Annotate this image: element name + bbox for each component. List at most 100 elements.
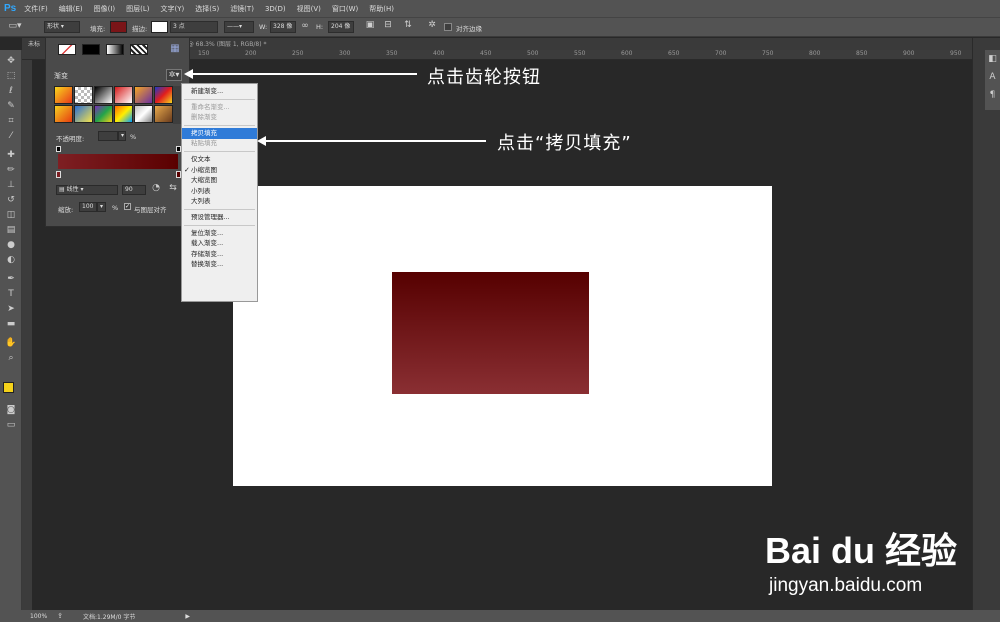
stroke-type-select[interactable]: ——▾ [224,21,254,33]
context-menu-item[interactable]: 复位渐变... [182,228,257,239]
gradient-swatch[interactable] [54,86,73,104]
gradient-swatch[interactable] [74,86,93,104]
color-stop-left[interactable] [56,171,61,178]
quick-mask-icon[interactable]: ◙ [3,403,19,417]
gradient-swatch[interactable] [154,105,173,123]
gradient-swatch[interactable] [134,105,153,123]
gear-icon[interactable]: ✲▾ [166,69,182,81]
document-info[interactable]: 文档:1.29M/0 字节 [83,612,135,621]
context-menu-item[interactable]: 新建渐变... [182,86,257,97]
gradient-swatch[interactable] [54,105,73,123]
document-tab[interactable]: 2 @ 68.3% (图层 1, RGB/8) * [182,39,267,48]
path-operations-icon[interactable]: ▣ [364,20,376,30]
link-icon[interactable]: ∞ [299,21,311,31]
shape-tool-icon[interactable]: ▬ [3,317,19,331]
gradient-swatch[interactable] [74,105,93,123]
history-brush-icon[interactable]: ↺ [3,193,19,207]
menu-edit[interactable]: 编辑(E) [59,4,83,14]
panel-icon-2[interactable]: A [987,72,998,82]
marquee-tool-icon[interactable]: ⬚ [3,69,19,83]
gradient-rectangle-shape[interactable] [392,272,589,394]
context-menu-item[interactable]: 拷贝填充 [182,127,257,139]
paragraph-icon[interactable]: ¶ [987,90,998,100]
path-select-icon[interactable]: ➤ [3,302,19,316]
gear-settings-icon[interactable]: ✲ [426,20,438,30]
context-menu-item[interactable]: 小列表 [182,186,257,197]
move-tool-icon[interactable]: ✥ [3,54,19,68]
opacity-stop-left[interactable] [56,146,61,152]
document-canvas[interactable] [233,186,772,486]
context-menu-item[interactable]: 大列表 [182,196,257,207]
menu-file[interactable]: 文件(F) [24,4,48,14]
path-arrangement-icon[interactable]: ⇅ [402,20,414,30]
swatch-scrollbar[interactable] [173,86,181,124]
quick-select-tool-icon[interactable]: ✎ [3,99,19,113]
no-fill-button[interactable] [58,44,76,55]
panel-icon-1[interactable]: ◧ [987,54,998,64]
menu-image[interactable]: 图像(I) [94,4,116,14]
menu-3d[interactable]: 3D(D) [265,5,286,13]
status-arrow-icon[interactable]: ▶ [185,613,190,620]
gradient-swatch[interactable] [94,86,113,104]
align-layer-checkbox[interactable]: ✓ [124,203,131,210]
share-icon[interactable]: ⇪ [57,612,63,620]
scale-field[interactable]: 100 [79,202,97,212]
gradient-swatch[interactable] [114,105,133,123]
context-menu-item[interactable]: 小缩览图 ✓ [182,165,257,176]
pattern-fill-button[interactable] [130,44,148,55]
stamp-tool-icon[interactable]: ⊥ [3,178,19,192]
height-field[interactable]: 204 像 [328,21,354,33]
gradient-tool-icon[interactable]: ▤ [3,223,19,237]
eraser-tool-icon[interactable]: ◫ [3,208,19,222]
context-menu-item[interactable]: 载入渐变... [182,238,257,249]
fill-swatch[interactable] [110,21,127,33]
gradient-swatch[interactable] [114,86,133,104]
width-field[interactable]: 328 像 [270,21,296,33]
menu-window[interactable]: 窗口(W) [332,4,358,14]
gradient-swatch[interactable] [134,86,153,104]
angle-dial-icon[interactable]: ◔ [150,183,162,193]
scale-dropdown[interactable]: ▾ [97,202,106,212]
menu-layer[interactable]: 图层(L) [126,4,149,14]
eyedropper-tool-icon[interactable]: ⁄ [3,129,19,143]
angle-field[interactable]: 90 [122,185,146,195]
crop-tool-icon[interactable]: ⌗ [3,114,19,128]
menu-select[interactable]: 选择(S) [195,4,219,14]
opacity-field[interactable] [98,131,118,141]
context-menu-item[interactable]: 预设管理器... [182,212,257,223]
dodge-tool-icon[interactable]: ◐ [3,253,19,267]
document-tab-prefix[interactable]: 未标 [28,39,40,48]
menu-view[interactable]: 视图(V) [297,4,321,14]
gradient-fill-button[interactable] [106,44,124,55]
mode-select[interactable]: 形状 ▾ [44,21,80,33]
pen-tool-icon[interactable]: ✒ [3,272,19,286]
color-picker-icon[interactable]: ▦ [168,43,182,54]
menu-help[interactable]: 帮助(H) [369,4,394,14]
gradient-swatch[interactable] [154,86,173,104]
brush-tool-icon[interactable]: ✏ [3,163,19,177]
solid-fill-button[interactable] [82,44,100,55]
context-menu-item[interactable]: 大缩览图 [182,175,257,186]
healing-tool-icon[interactable]: ✚ [3,148,19,162]
type-tool-icon[interactable]: T [3,287,19,301]
blur-tool-icon[interactable]: ● [3,238,19,252]
reverse-gradient-icon[interactable]: ⇆ [167,183,179,193]
stroke-swatch[interactable] [151,21,168,33]
gradient-preview-bar[interactable] [58,154,178,169]
opacity-dropdown[interactable]: ▾ [118,131,126,141]
align-edges-checkbox[interactable] [444,23,452,31]
zoom-tool-icon[interactable]: ⌕ [3,351,19,365]
screen-mode-icon[interactable]: ▭ [3,418,19,432]
stroke-width-field[interactable]: 3 点 [170,21,218,33]
foreground-color-swatch[interactable] [3,382,14,393]
lasso-tool-icon[interactable]: ℓ [3,84,19,98]
gradient-style-select[interactable]: ▤ 线性 ▾ [56,185,118,195]
gradient-swatch[interactable] [94,105,113,123]
context-menu-item[interactable]: 存储渐变... [182,249,257,260]
context-menu-item[interactable]: 替换渐变... [182,259,257,270]
context-menu-item[interactable]: 仅文本 [182,154,257,165]
zoom-level[interactable]: 100% [30,613,47,620]
shape-tool-preset-icon[interactable]: ▭▾ [4,21,26,31]
menu-filter[interactable]: 滤镜(T) [230,4,254,14]
hand-tool-icon[interactable]: ✋ [3,336,19,350]
